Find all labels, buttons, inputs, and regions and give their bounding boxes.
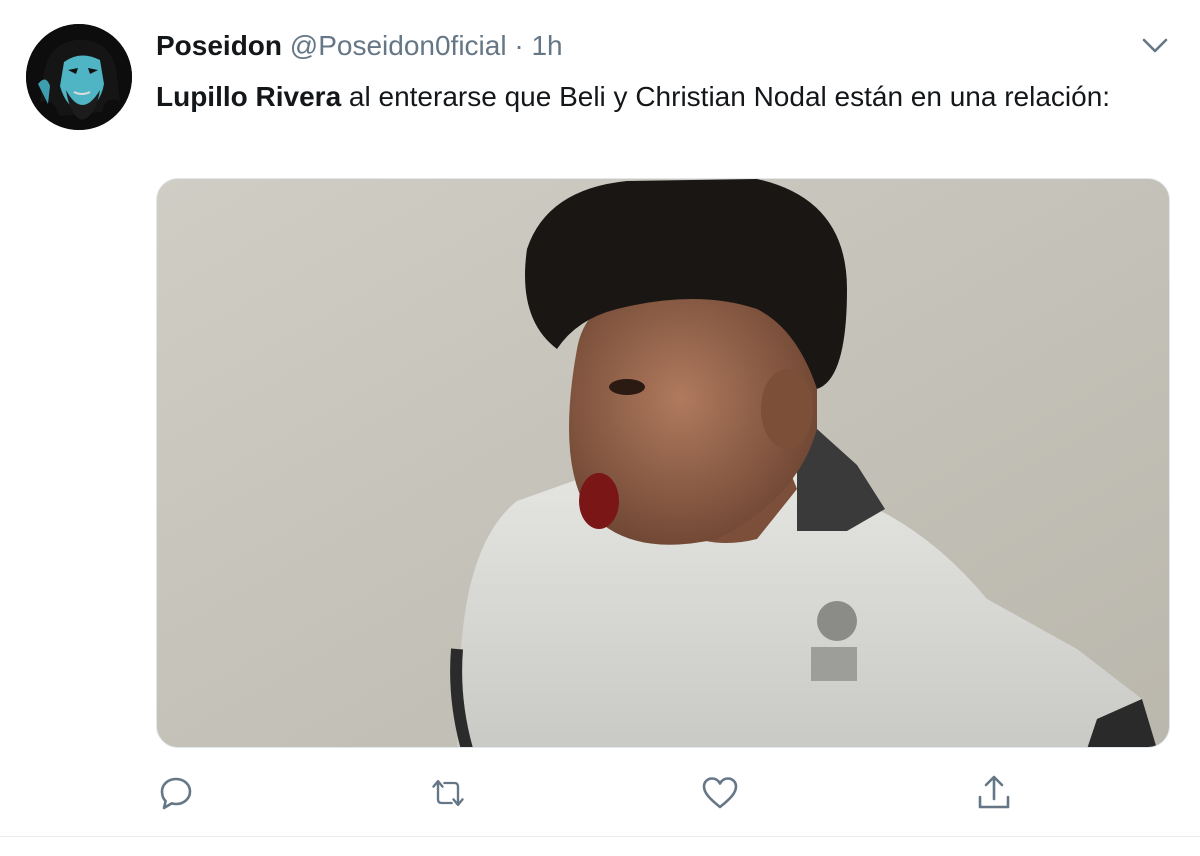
tweet[interactable]: Poseidon @Poseidon0ficial · 1h Lupillo R… xyxy=(0,0,1200,836)
tweet-image[interactable] xyxy=(156,178,1170,748)
avatar[interactable] xyxy=(26,24,132,130)
user-handle[interactable]: @Poseidon0ficial xyxy=(290,30,507,61)
timestamp[interactable]: 1h xyxy=(531,30,562,61)
avatar-icon xyxy=(26,24,132,130)
share-icon xyxy=(978,775,1010,809)
tweet-header: Poseidon @Poseidon0ficial · 1h xyxy=(156,28,563,64)
reply-icon xyxy=(160,777,192,810)
mention[interactable]: Lupillo Rivera xyxy=(156,81,341,112)
divider xyxy=(0,836,1200,837)
chevron-down-icon[interactable] xyxy=(1140,32,1170,58)
heart-icon xyxy=(702,777,738,809)
tweet-actions xyxy=(0,770,1200,820)
like-button[interactable] xyxy=(700,770,740,816)
retweet-button[interactable] xyxy=(428,770,468,816)
share-button[interactable] xyxy=(974,770,1014,816)
reply-button[interactable] xyxy=(156,770,196,816)
tweet-text: Lupillo Rivera al enterarse que Beli y C… xyxy=(156,76,1146,118)
photo xyxy=(157,179,1169,747)
retweet-icon xyxy=(432,780,464,806)
separator: · xyxy=(514,30,524,61)
display-name[interactable]: Poseidon xyxy=(156,30,282,61)
tweet-body: al enterarse que Beli y Christian Nodal … xyxy=(341,81,1111,112)
